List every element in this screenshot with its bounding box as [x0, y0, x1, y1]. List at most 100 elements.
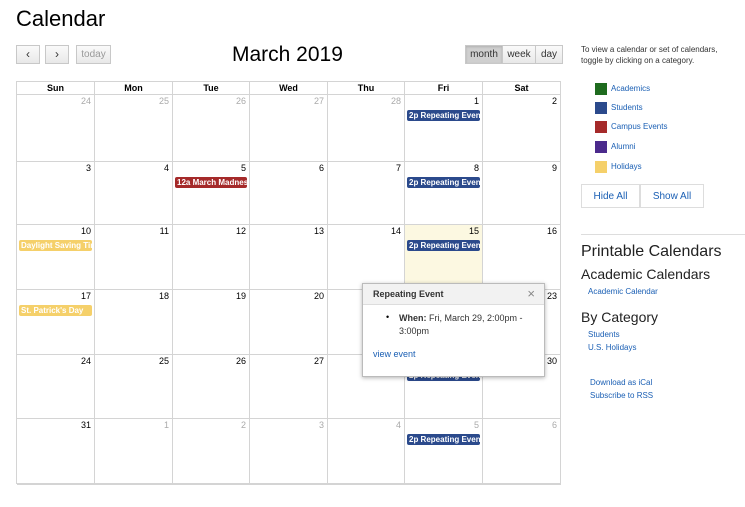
weekday-header: Tue [173, 82, 250, 95]
day-cell[interactable]: 18 [95, 290, 173, 355]
day-cell[interactable]: 3 [17, 162, 95, 225]
day-number: 9 [551, 163, 557, 173]
day-number: 2 [551, 96, 557, 106]
day-view-button[interactable]: day [535, 45, 563, 64]
day-cell[interactable]: 3 [250, 419, 328, 485]
calendar-event[interactable]: 2p Repeating Event [407, 434, 480, 445]
day-number: 25 [158, 356, 169, 366]
day-cell[interactable]: 28 [328, 95, 405, 162]
category-swatch [595, 161, 607, 173]
day-cell[interactable]: 12 [173, 225, 250, 290]
day-cell[interactable]: 31 [17, 419, 95, 485]
popup-title: Repeating Event [373, 289, 444, 299]
by-category-heading: By Category [581, 309, 659, 325]
show-all-button[interactable]: Show All [640, 184, 704, 208]
students-link[interactable]: Students [588, 330, 620, 339]
sidebar-intro: To view a calendar or set of calendars, … [581, 45, 718, 65]
weekday-header: Sun [17, 82, 95, 95]
day-number: 20 [313, 291, 324, 301]
month-view-button[interactable]: month [465, 45, 503, 64]
day-cell[interactable]: 19 [173, 290, 250, 355]
page-title: Calendar [16, 6, 106, 31]
day-cell[interactable]: 26 [173, 355, 250, 419]
category-label: Alumni [611, 142, 636, 151]
day-number: 26 [235, 356, 246, 366]
ical-link[interactable]: Download as iCal [590, 378, 652, 387]
day-cell[interactable]: 1 [95, 419, 173, 485]
hide-all-button[interactable]: Hide All [581, 184, 640, 208]
day-number: 11 [159, 226, 169, 236]
calendar-event[interactable]: Daylight Saving Time [19, 240, 92, 251]
week-view-button[interactable]: week [502, 45, 536, 64]
weekday-header: Fri [405, 82, 483, 95]
sidebar-divider [581, 234, 745, 235]
day-number: 15 [468, 226, 479, 236]
us-holidays-link[interactable]: U.S. Holidays [588, 343, 636, 352]
day-cell[interactable]: 4 [95, 162, 173, 225]
category-swatch [595, 121, 607, 133]
day-cell[interactable]: 6 [250, 162, 328, 225]
day-cell[interactable]: 25 [95, 355, 173, 419]
popup-bullet: • [386, 312, 390, 322]
calendar-event[interactable]: 12a March Madness [175, 177, 247, 188]
day-number: 6 [551, 420, 557, 430]
day-number: 6 [318, 163, 324, 173]
academic-calendar-link[interactable]: Academic Calendar [588, 287, 658, 296]
day-cell[interactable]: 7 [328, 162, 405, 225]
day-cell[interactable]: 16 [483, 225, 561, 290]
weekday-header: Wed [250, 82, 328, 95]
calendar-event[interactable]: 2p Repeating Event [407, 110, 480, 121]
day-cell[interactable]: 20 [250, 290, 328, 355]
day-number: 25 [158, 96, 169, 106]
event-popup: Repeating Event × • When: Fri, March 29,… [362, 283, 545, 377]
day-cell[interactable]: 6 [483, 419, 561, 485]
day-number: 1 [163, 420, 169, 430]
day-number: 18 [158, 291, 169, 301]
day-cell[interactable]: 24 [17, 355, 95, 419]
day-cell[interactable]: 2 [173, 419, 250, 485]
printable-calendars-heading: Printable Calendars [581, 243, 722, 260]
day-cell[interactable]: 25 [95, 95, 173, 162]
category-swatch [595, 83, 607, 95]
day-number: 24 [80, 356, 91, 366]
day-number: 26 [235, 96, 246, 106]
day-cell[interactable]: 11 [95, 225, 173, 290]
day-number: 7 [395, 163, 401, 173]
popup-when: When: Fri, March 29, 2:00pm - 3:00pm [399, 312, 539, 338]
prev-button[interactable]: ‹ [16, 45, 40, 64]
day-cell[interactable]: 4 [328, 419, 405, 485]
day-cell[interactable]: 27 [250, 95, 328, 162]
close-icon[interactable]: × [527, 286, 535, 301]
calendar-event[interactable]: St. Patrick's Day [19, 305, 92, 316]
day-cell[interactable]: 26 [173, 95, 250, 162]
day-cell[interactable]: 27 [250, 355, 328, 419]
calendar-event[interactable]: 2p Repeating Event [407, 240, 480, 251]
day-number: 13 [313, 226, 324, 236]
category-label: Campus Events [611, 122, 668, 131]
rss-link[interactable]: Subscribe to RSS [590, 391, 653, 400]
day-cell[interactable]: 24 [17, 95, 95, 162]
day-number: 3 [318, 420, 324, 430]
weekday-header: Thu [328, 82, 405, 95]
category-label: Academics [611, 84, 651, 93]
day-cell[interactable]: 10 Daylight Saving Time [17, 225, 95, 290]
day-number: 17 [80, 291, 91, 301]
view-event-link[interactable]: view event [373, 349, 416, 359]
day-cell[interactable]: 5 12a March Madness [173, 162, 250, 225]
day-cell[interactable]: 17 St. Patrick's Day [17, 290, 95, 355]
day-number: 5 [473, 420, 479, 430]
day-cell[interactable]: 5 2p Repeating Event [405, 419, 483, 485]
day-cell[interactable]: 14 [328, 225, 405, 290]
day-cell[interactable]: 1 2p Repeating Event [405, 95, 483, 162]
academic-calendars-heading: Academic Calendars [581, 266, 711, 282]
day-cell[interactable]: 15 2p Repeating Event [405, 225, 483, 290]
day-cell[interactable]: 9 [483, 162, 561, 225]
today-button[interactable]: today [76, 45, 111, 64]
category-swatch [595, 102, 607, 114]
day-number: 4 [395, 420, 401, 430]
day-cell[interactable]: 13 [250, 225, 328, 290]
day-cell[interactable]: 2 [483, 95, 561, 162]
day-cell[interactable]: 8 2p Repeating Event [405, 162, 483, 225]
calendar-event[interactable]: 2p Repeating Event [407, 177, 480, 188]
next-button[interactable]: › [45, 45, 69, 64]
